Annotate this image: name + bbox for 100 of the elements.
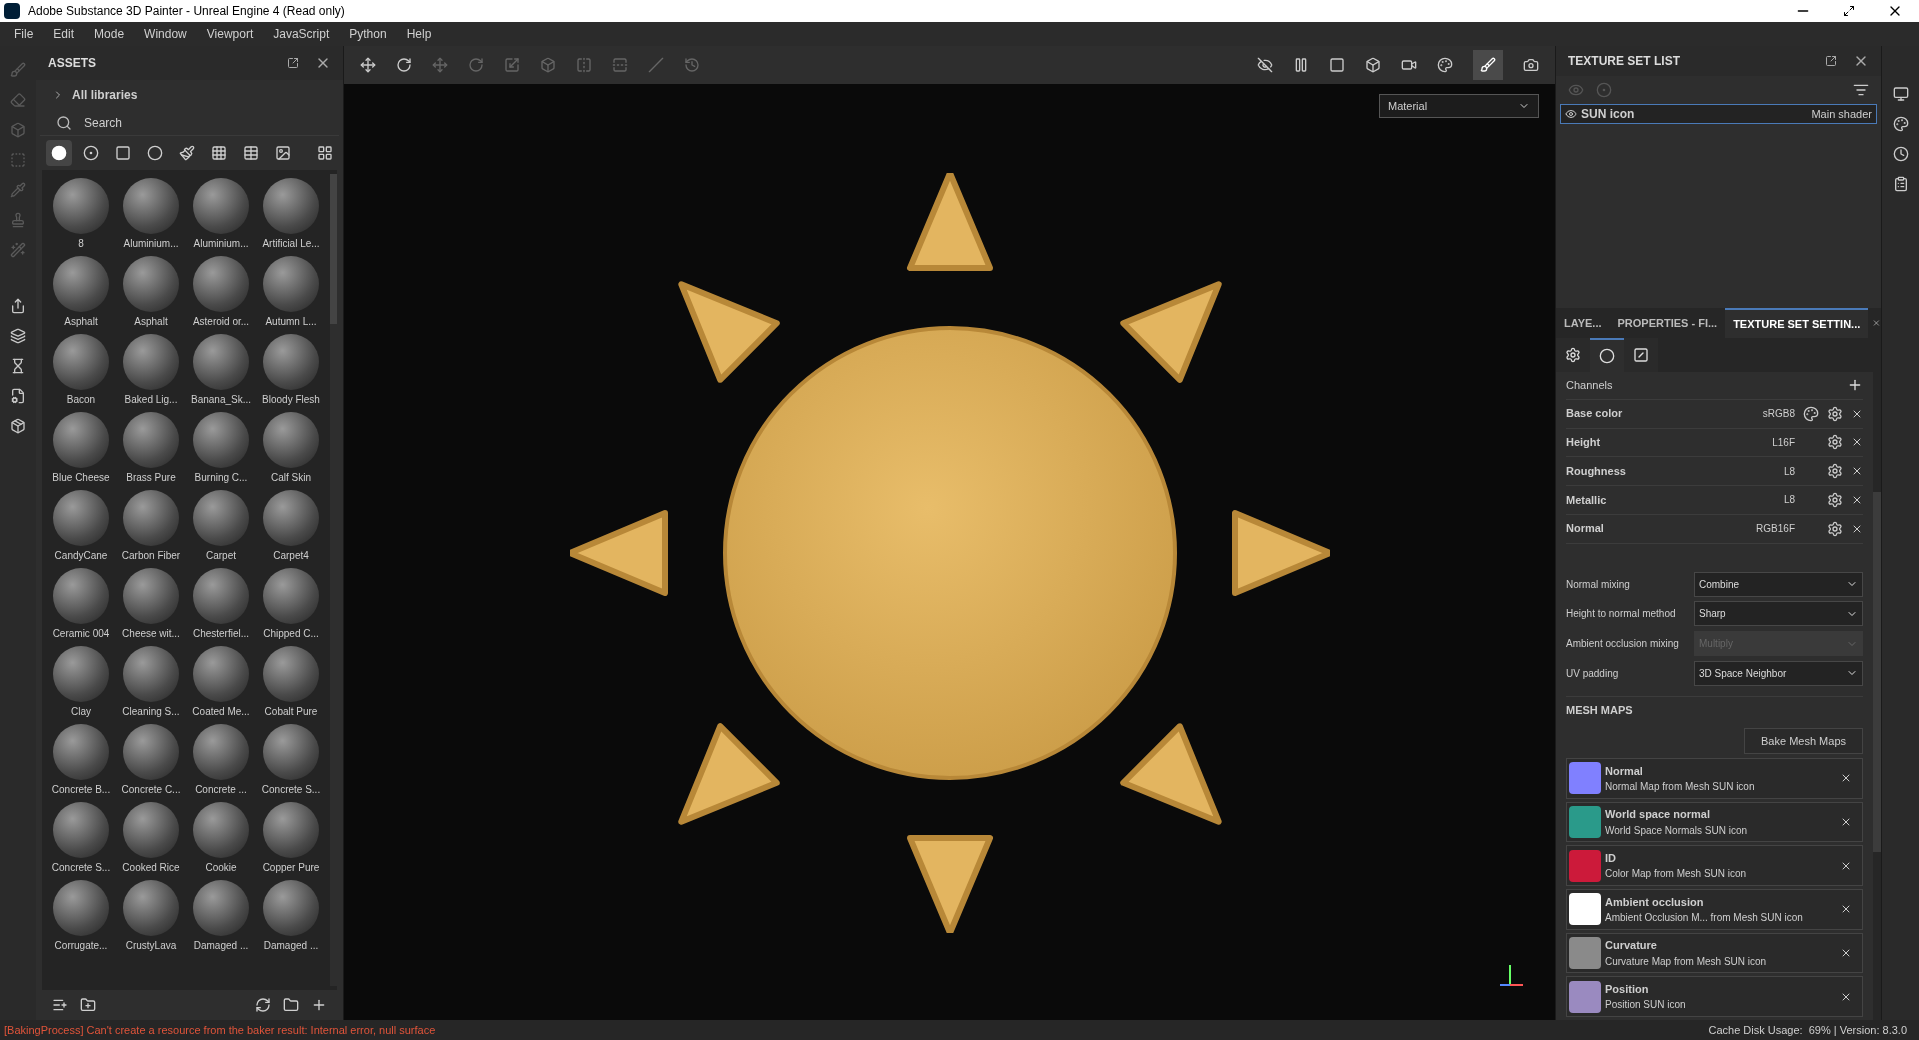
material-thumbnail[interactable] (53, 178, 109, 234)
log-icon[interactable] (1892, 176, 1909, 192)
material-thumbnail[interactable] (263, 412, 319, 468)
settings-icon[interactable] (1827, 463, 1843, 480)
list-folder-icon[interactable] (80, 997, 96, 1013)
panel-tab[interactable]: PROPERTIES - FI... (1609, 308, 1726, 338)
material-thumbnail[interactable] (263, 568, 319, 624)
scrollbar[interactable] (330, 174, 337, 986)
sort-icon[interactable] (1853, 82, 1869, 98)
panel-tab[interactable]: LAYE... (1556, 308, 1610, 338)
mesh-map-item[interactable]: Ambient occlusion Ambient Occlusion M... from Mesh SUN icon (1566, 888, 1863, 930)
menu-item[interactable]: Python (339, 25, 397, 43)
box-open-icon[interactable] (10, 418, 26, 434)
transform-icon[interactable] (360, 57, 376, 73)
material-thumbnail[interactable] (53, 490, 109, 546)
library-selector[interactable]: All libraries (72, 86, 138, 104)
material-thumbnail[interactable] (53, 334, 109, 390)
material-thumbnail[interactable] (123, 334, 179, 390)
material-thumbnail[interactable] (193, 412, 249, 468)
paint-mode-button[interactable] (1473, 50, 1503, 80)
add-icon[interactable] (311, 997, 327, 1013)
bake-button[interactable]: Bake Mesh Maps (1744, 728, 1863, 754)
menu-item[interactable]: Mode (84, 25, 135, 43)
viewport[interactable]: Material (344, 84, 1555, 1020)
screenshot-icon[interactable] (1523, 57, 1539, 73)
material-thumbnail[interactable] (263, 724, 319, 780)
material-thumbnail[interactable] (123, 568, 179, 624)
undock-icon[interactable] (1825, 55, 1837, 67)
rotate-icon[interactable] (468, 57, 484, 73)
material-thumbnail[interactable] (263, 334, 319, 390)
material-thumbnail[interactable] (193, 568, 249, 624)
menu-item[interactable]: Edit (43, 25, 85, 43)
material-thumbnail[interactable] (123, 256, 179, 312)
folder-icon[interactable] (283, 997, 299, 1013)
settings-subtab[interactable] (1624, 338, 1658, 372)
undock-icon[interactable] (287, 57, 299, 69)
material-thumbnail[interactable] (123, 412, 179, 468)
pause-icon[interactable] (1293, 57, 1309, 73)
material-thumbnail[interactable] (193, 178, 249, 234)
settings-icon[interactable] (1827, 405, 1843, 422)
mesh-map-item[interactable]: Curvature Curvature Map from Mesh SUN icon (1566, 932, 1863, 974)
material-thumbnail[interactable] (263, 490, 319, 546)
material-thumbnail[interactable] (193, 724, 249, 780)
view-frame-icon[interactable] (1329, 57, 1345, 73)
viewport-mode-dropdown[interactable]: Material (1379, 94, 1539, 118)
material-thumbnail[interactable] (263, 256, 319, 312)
remove-icon[interactable] (1840, 816, 1852, 828)
material-thumbnail[interactable] (53, 568, 109, 624)
display-settings-icon[interactable] (1892, 86, 1909, 102)
mesh-map-item[interactable]: ID Color Map from Mesh SUN icon (1566, 845, 1863, 886)
mesh-map-item[interactable]: World space normal World Space Normals SUN icon (1566, 801, 1863, 843)
settings-icon[interactable] (1827, 491, 1843, 508)
material-thumbnail[interactable] (263, 802, 319, 858)
material-thumbnail[interactable] (53, 256, 109, 312)
material-thumbnail[interactable] (53, 802, 109, 858)
material-thumbnail[interactable] (53, 412, 109, 468)
settings-icon[interactable] (1827, 520, 1843, 537)
search-field[interactable]: Search (84, 113, 323, 132)
material-thumbnail[interactable] (193, 334, 249, 390)
grid-view-icon[interactable] (317, 145, 333, 161)
mesh-map-item[interactable]: Position Position SUN icon (1566, 976, 1863, 1017)
hourglass-icon[interactable] (10, 358, 26, 374)
material-thumbnail[interactable] (193, 802, 249, 858)
settings-subtab[interactable] (1556, 338, 1590, 372)
material-thumbnail[interactable] (123, 724, 179, 780)
menu-item[interactable]: Help (396, 25, 442, 43)
material-thumbnail[interactable] (123, 646, 179, 702)
refresh-icon[interactable] (255, 997, 271, 1013)
material-thumbnail[interactable] (123, 490, 179, 546)
search-icon[interactable] (56, 114, 72, 131)
settings-icon[interactable] (1827, 434, 1843, 451)
restore-icon[interactable] (1843, 5, 1855, 17)
export-icon[interactable] (10, 298, 26, 314)
hide-icon[interactable] (1257, 57, 1273, 73)
setting-dropdown[interactable]: Sharp (1694, 601, 1863, 627)
material-thumbnail[interactable] (123, 178, 179, 234)
menu-item[interactable]: File (4, 25, 44, 43)
material-thumbnail[interactable] (263, 880, 319, 936)
menu-item[interactable]: JavaScript (263, 25, 340, 43)
filter-tab[interactable] (46, 140, 72, 166)
setting-dropdown[interactable]: Combine (1694, 571, 1863, 597)
menu-item[interactable]: Window (134, 25, 197, 43)
setting-dropdown[interactable]: 3D Space Neighbor (1694, 660, 1863, 686)
document-icon[interactable] (10, 388, 26, 404)
material-thumbnail[interactable] (193, 256, 249, 312)
list-save-icon[interactable] (52, 997, 68, 1013)
material-thumbnail[interactable] (263, 646, 319, 702)
panel-tab[interactable]: TEXTURE SET SETTIN... (1725, 308, 1869, 338)
slash-icon[interactable] (648, 57, 664, 73)
settings-subtab[interactable] (1590, 338, 1624, 372)
material-thumbnail[interactable] (193, 490, 249, 546)
material-thumbnail[interactable] (193, 646, 249, 702)
menu-item[interactable]: Viewport (196, 25, 264, 43)
material-thumbnail[interactable] (53, 880, 109, 936)
material-thumbnail[interactable] (123, 802, 179, 858)
mesh-map-item[interactable]: Normal Normal Map from Mesh SUN icon (1566, 758, 1863, 799)
scale-icon[interactable] (504, 57, 520, 73)
material-thumbnail[interactable] (263, 178, 319, 234)
camera-icon[interactable] (1401, 57, 1417, 73)
material-thumbnail[interactable] (123, 880, 179, 936)
